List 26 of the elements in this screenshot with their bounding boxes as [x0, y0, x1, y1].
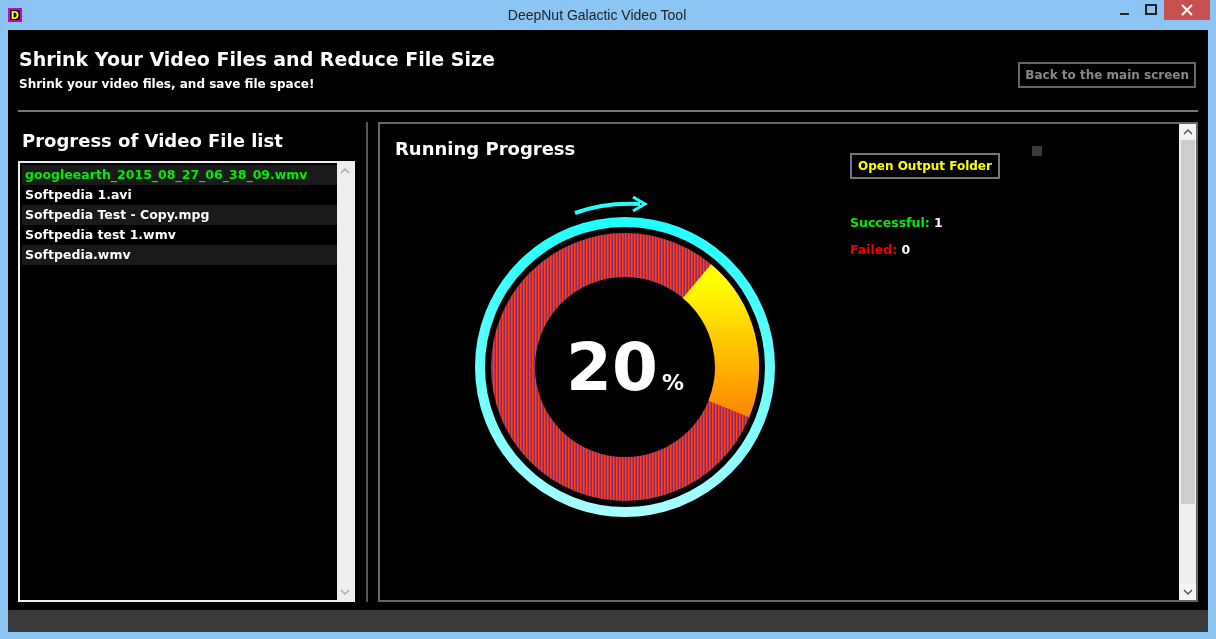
progress-value: 20: [566, 335, 658, 401]
scroll-down-icon[interactable]: [1179, 584, 1196, 600]
file-list-item[interactable]: Softpedia 1.avi: [22, 185, 337, 205]
square-icon: [1032, 146, 1042, 156]
file-list-heading: Progress of Video File list: [21, 129, 284, 153]
window-title: DeepNut Galactic Video Tool: [507, 7, 687, 23]
failed-count: 0: [901, 242, 911, 257]
file-list-item[interactable]: Softpedia Test - Copy.mpg: [22, 205, 337, 225]
close-icon[interactable]: [1164, 0, 1210, 20]
arrow-icon: [574, 195, 648, 215]
page-subtitle: Shrink your video files, and save file space!: [19, 77, 316, 91]
scrollbar[interactable]: [1179, 124, 1196, 600]
progress-unit: %: [661, 370, 684, 395]
file-list-item[interactable]: Softpedia test 1.wmv: [22, 225, 337, 245]
open-output-folder-button[interactable]: Open Output Folder: [850, 153, 1000, 179]
file-list-item[interactable]: googleearth_2015_08_27_06_38_09.wmv: [22, 165, 337, 185]
back-button[interactable]: Back to the main screen: [1018, 62, 1196, 88]
page-title: Shrink Your Video Files and Reduce File Size: [19, 48, 495, 70]
scroll-thumb[interactable]: [1180, 140, 1195, 504]
failed-label: Failed:: [850, 242, 898, 257]
successful-count: 1: [934, 215, 943, 230]
app-icon: D: [8, 8, 22, 22]
file-list-item[interactable]: Softpedia.wmv: [22, 245, 337, 265]
successful-label: Successful:: [850, 215, 930, 230]
scroll-up-icon[interactable]: [1179, 124, 1196, 140]
progress-heading: Running Progress: [395, 138, 576, 159]
